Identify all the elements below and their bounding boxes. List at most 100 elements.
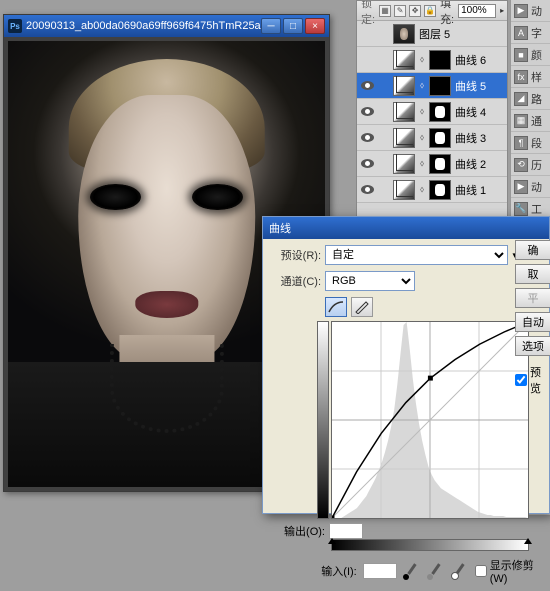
visibility-toggle[interactable] xyxy=(359,130,375,146)
white-eyedropper[interactable] xyxy=(451,562,469,580)
mask-thumbnail[interactable] xyxy=(429,50,451,70)
adjustment-thumbnail[interactable] xyxy=(393,76,415,96)
eye-icon xyxy=(361,81,374,90)
tab-icon: ■ xyxy=(514,48,528,62)
mask-link-icon[interactable]: ⬨ xyxy=(417,107,427,117)
fill-input[interactable] xyxy=(458,4,496,18)
auto-button[interactable]: 自动 xyxy=(515,312,550,332)
layer-label[interactable]: 曲线 1 xyxy=(453,182,505,198)
lock-transparent-icon[interactable]: ▦ xyxy=(379,5,391,17)
tab-label: 动 xyxy=(531,179,542,195)
white-point-slider[interactable] xyxy=(524,534,532,544)
adjustment-thumbnail[interactable] xyxy=(393,154,415,174)
layer-label[interactable]: 曲线 4 xyxy=(453,104,505,120)
tab-label: 段 xyxy=(531,135,542,151)
layer-label[interactable]: 曲线 3 xyxy=(453,130,505,146)
black-point-slider[interactable] xyxy=(328,534,336,544)
mask-link-icon[interactable]: ⬨ xyxy=(417,55,427,65)
lock-move-icon[interactable]: ✥ xyxy=(409,5,421,17)
channel-select[interactable]: RGB xyxy=(325,271,415,291)
visibility-toggle[interactable] xyxy=(359,78,375,94)
close-button[interactable]: × xyxy=(305,18,325,34)
layer-row[interactable]: ⬨ 曲线 1 xyxy=(357,177,507,203)
mask-thumbnail[interactable] xyxy=(429,180,451,200)
input-label: 输入(I): xyxy=(317,563,357,579)
mask-link-icon[interactable]: ⬨ xyxy=(417,159,427,169)
layer-row[interactable]: ⬨ 曲线 6 xyxy=(357,47,507,73)
panel-tab[interactable]: ▦通 xyxy=(511,110,550,132)
panel-tab[interactable]: ¶段 xyxy=(511,132,550,154)
input-input[interactable] xyxy=(363,563,397,579)
panel-tab[interactable]: ▶动 xyxy=(511,0,550,22)
ok-button[interactable]: 确 xyxy=(515,240,550,260)
visibility-toggle[interactable] xyxy=(359,52,375,68)
eye-icon xyxy=(361,133,374,142)
black-eyedropper[interactable] xyxy=(403,562,421,580)
show-clipping-checkbox[interactable]: 显示修剪(W) xyxy=(475,557,541,585)
tab-label: 字 xyxy=(531,25,542,41)
smooth-button[interactable]: 平 xyxy=(515,288,550,308)
preview-checkbox[interactable]: 预览 xyxy=(515,364,550,396)
gray-eyedropper[interactable] xyxy=(427,562,445,580)
visibility-toggle[interactable] xyxy=(359,156,375,172)
options-button[interactable]: 选项 xyxy=(515,336,550,356)
document-titlebar[interactable]: Ps 20090313_ab00da0690a69ff969f6475hTmR2… xyxy=(4,15,329,37)
curves-side-buttons: 确 取 平 自动 选项 预览 xyxy=(515,240,550,396)
layer-label[interactable]: 曲线 2 xyxy=(453,156,505,172)
curve-line[interactable] xyxy=(332,322,528,518)
mask-thumbnail[interactable] xyxy=(429,102,451,122)
adjustment-thumbnail[interactable] xyxy=(393,102,415,122)
tab-label: 通 xyxy=(531,113,542,129)
curve-pencil-tool[interactable] xyxy=(351,297,373,317)
layer-label[interactable]: 图层 5 xyxy=(417,26,505,42)
mask-link-icon[interactable]: ⬨ xyxy=(417,133,427,143)
tab-icon: ⟲ xyxy=(514,158,528,172)
mask-thumbnail[interactable] xyxy=(429,76,451,96)
tab-label: 路 xyxy=(531,91,542,107)
layer-label[interactable]: 曲线 5 xyxy=(453,78,505,94)
show-clipping-input[interactable] xyxy=(475,565,487,577)
curve-graph[interactable] xyxy=(331,321,529,519)
layer-row[interactable]: ⬨ 曲线 3 xyxy=(357,125,507,151)
panel-tab[interactable]: ■颜 xyxy=(511,44,550,66)
layers-list[interactable]: 图层 5 ⬨ 曲线 6 ⬨ 曲线 5 ⬨ 曲线 4 ⬨ 曲线 3 ⬨ 曲线 2 ⬨ 曲线 1 xyxy=(357,21,507,231)
layer-thumbnail[interactable] xyxy=(393,24,415,44)
curves-titlebar[interactable]: 曲线 xyxy=(263,217,549,239)
adjustment-thumbnail[interactable] xyxy=(393,128,415,148)
layer-row[interactable]: ⬨ 曲线 5 xyxy=(357,73,507,99)
curves-dialog: 曲线 预设(R): 自定 ▾ 通道(C): RGB xyxy=(262,216,550,514)
visibility-toggle[interactable] xyxy=(359,26,375,42)
adjustment-thumbnail[interactable] xyxy=(393,50,415,70)
image-content xyxy=(192,184,243,211)
mask-link-icon[interactable]: ⬨ xyxy=(417,185,427,195)
panel-tab[interactable]: fx样 xyxy=(511,66,550,88)
visibility-toggle[interactable] xyxy=(359,104,375,120)
mask-link-icon[interactable]: ⬨ xyxy=(417,81,427,91)
panel-tab[interactable]: A字 xyxy=(511,22,550,44)
mask-thumbnail[interactable] xyxy=(429,154,451,174)
mask-thumbnail[interactable] xyxy=(429,128,451,148)
preview-input[interactable] xyxy=(515,374,527,386)
layer-row[interactable]: ⬨ 曲线 2 xyxy=(357,151,507,177)
adjustment-thumbnail[interactable] xyxy=(393,180,415,200)
input-gradient-strip xyxy=(331,539,529,551)
maximize-button[interactable]: □ xyxy=(283,18,303,34)
fill-dropdown-icon[interactable]: ▸ xyxy=(500,6,504,15)
photoshop-icon: Ps xyxy=(8,19,22,33)
preset-select[interactable]: 自定 xyxy=(325,245,508,265)
panel-tab[interactable]: ▶动 xyxy=(511,176,550,198)
layers-panel-header: 锁定: ▦ ✎ ✥ 🔒 填充: ▸ xyxy=(357,1,507,21)
image-content xyxy=(78,95,256,363)
cancel-button[interactable]: 取 xyxy=(515,264,550,284)
panel-tab[interactable]: ◢路 xyxy=(511,88,550,110)
layer-label[interactable]: 曲线 6 xyxy=(453,52,505,68)
lock-all-icon[interactable]: 🔒 xyxy=(424,5,436,17)
layer-row[interactable]: ⬨ 曲线 4 xyxy=(357,99,507,125)
tab-icon: ▶ xyxy=(514,4,528,18)
visibility-toggle[interactable] xyxy=(359,182,375,198)
panel-tab[interactable]: ⟲历 xyxy=(511,154,550,176)
minimize-button[interactable]: ─ xyxy=(261,18,281,34)
lock-paint-icon[interactable]: ✎ xyxy=(394,5,406,17)
curve-point-tool[interactable] xyxy=(325,297,347,317)
layer-row[interactable]: 图层 5 xyxy=(357,21,507,47)
